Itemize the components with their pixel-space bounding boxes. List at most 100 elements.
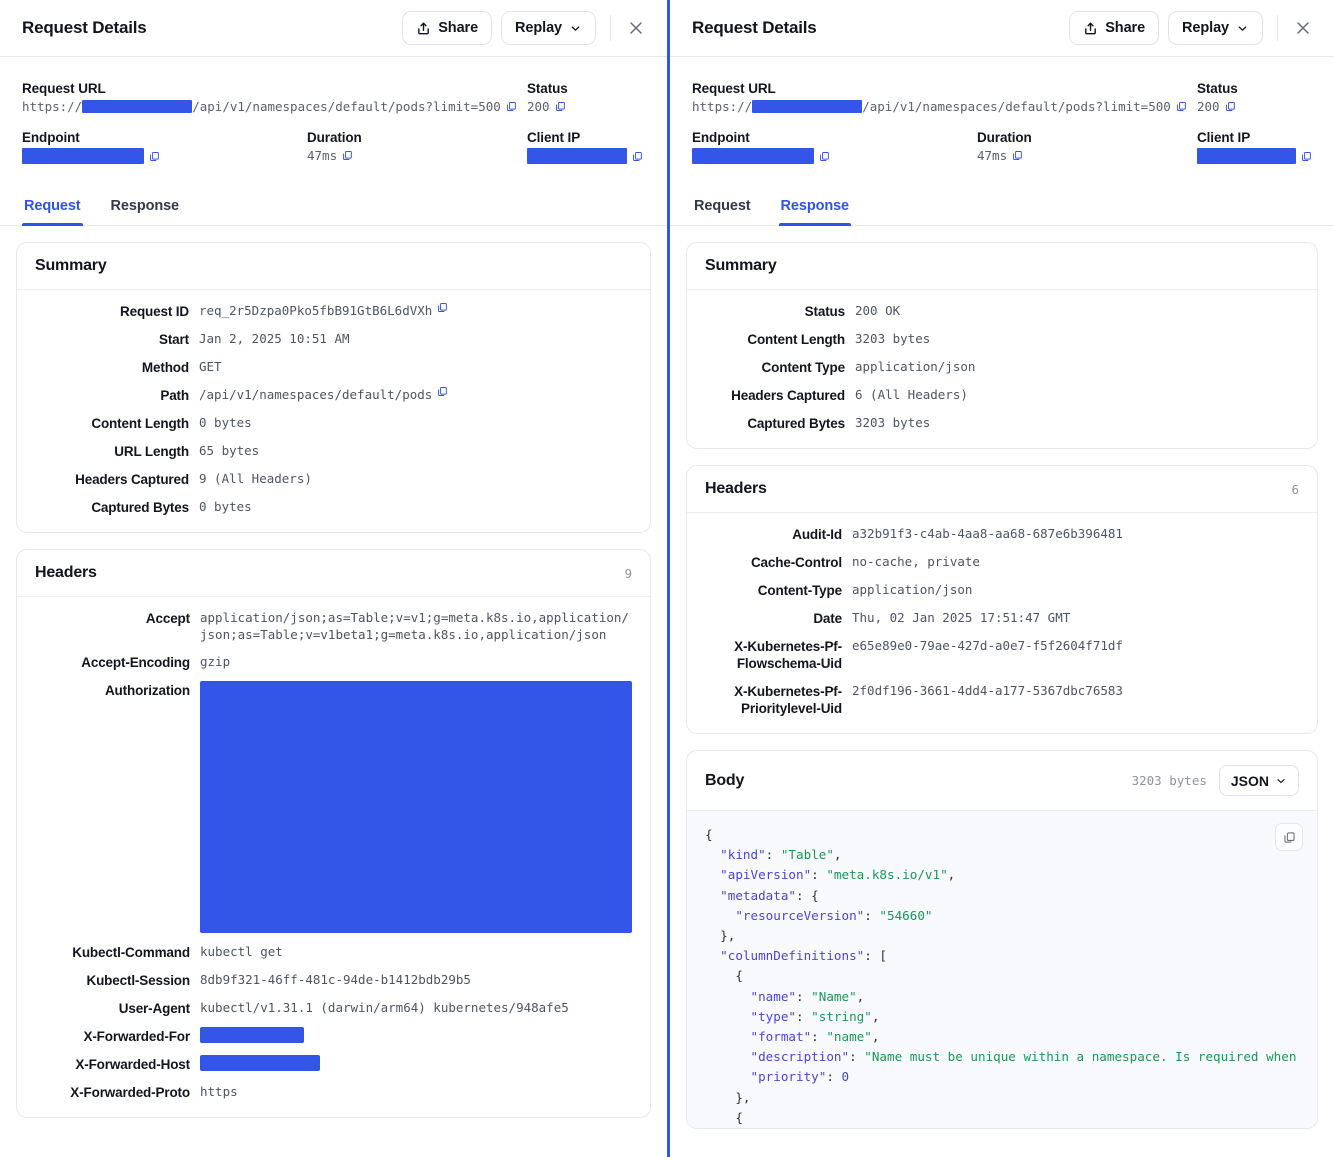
- replay-button[interactable]: Replay: [501, 11, 596, 45]
- json-token: ,: [872, 1009, 880, 1024]
- kv-value: a32b91f3-c4ab-4aa8-aa68-687e6b396481: [852, 525, 1299, 542]
- json-token: },: [705, 1090, 751, 1105]
- kv-value: 0 bytes: [199, 498, 632, 515]
- kv-value: application/json: [852, 581, 1299, 598]
- request-url-value: https:// /api/v1/namespaces/default/pods…: [22, 99, 527, 114]
- json-token: "name": [751, 989, 797, 1004]
- kv-key: X-Forwarded-For: [35, 1027, 190, 1045]
- meta-row-endpoint: Endpoint Duration 47ms: [692, 130, 1312, 164]
- endpoint-value: [22, 148, 307, 164]
- chevron-down-icon: [1236, 22, 1249, 35]
- endpoint-value: [692, 148, 977, 164]
- request-url-value: https:// /api/v1/namespaces/default/pods…: [692, 99, 1197, 114]
- meta-row-url: Request URL https:// /api/v1/namespaces/…: [22, 81, 645, 114]
- redacted-value: [200, 1027, 304, 1043]
- copy-icon[interactable]: [342, 150, 353, 161]
- kv-row: Content-Typeapplication/json: [705, 581, 1299, 599]
- meta-row-endpoint: Endpoint Duration 47ms: [22, 130, 645, 164]
- request-url-host-redaction: [752, 100, 862, 113]
- json-token: {: [705, 827, 713, 842]
- duration-value-wrap: 47ms: [977, 148, 1197, 163]
- kv-value-text: 200 OK: [855, 302, 900, 319]
- copy-icon[interactable]: [149, 151, 160, 162]
- kv-row: Cache-Controlno-cache, private: [705, 553, 1299, 571]
- replay-button-label: Replay: [1182, 20, 1229, 36]
- left-titlebar: Request Details Share Replay: [0, 0, 667, 57]
- kv-value-text: 65 bytes: [199, 442, 259, 459]
- json-token: "string": [811, 1009, 872, 1024]
- kv-value-text: e65e89e0-79ae-427d-a0e7-f5f2604f71df: [852, 637, 1123, 654]
- json-token: :: [766, 847, 781, 862]
- left-header-rows: Acceptapplication/json;as=Table;v=v1;g=m…: [17, 597, 650, 1117]
- status-field: Status 200: [527, 81, 645, 114]
- kv-key: Method: [35, 358, 189, 376]
- request-url-prefix: https://: [22, 99, 82, 114]
- response-body-heading: Body: [705, 772, 744, 790]
- json-token: "columnDefinitions": [720, 948, 864, 963]
- share-button[interactable]: Share: [1069, 11, 1159, 45]
- json-token: "format": [751, 1029, 812, 1044]
- kv-value-text: 3203 bytes: [855, 330, 930, 347]
- share-button[interactable]: Share: [402, 11, 492, 45]
- copy-icon[interactable]: [437, 302, 448, 313]
- kv-value-text: 0 bytes: [199, 498, 252, 515]
- copy-body-button[interactable]: [1275, 823, 1303, 851]
- copy-icon[interactable]: [506, 101, 517, 112]
- copy-icon[interactable]: [437, 386, 448, 397]
- kv-value-text: no-cache, private: [852, 553, 980, 570]
- copy-icon[interactable]: [632, 151, 643, 162]
- body-format-select[interactable]: JSON: [1219, 765, 1299, 796]
- json-token: },: [705, 928, 735, 943]
- json-token: : {: [796, 888, 819, 903]
- copy-icon[interactable]: [1012, 150, 1023, 161]
- close-button[interactable]: [623, 15, 649, 41]
- endpoint-label: Endpoint: [692, 130, 977, 145]
- kv-value-text: a32b91f3-c4ab-4aa8-aa68-687e6b396481: [852, 525, 1123, 542]
- status-label: Status: [1197, 81, 1312, 96]
- left-meta-summary: Request URL https:// /api/v1/namespaces/…: [0, 57, 667, 184]
- right-headers-header-right: 6: [1291, 482, 1299, 497]
- kv-value-text: kubectl get: [200, 943, 283, 960]
- copy-icon[interactable]: [1176, 101, 1187, 112]
- kv-value: [200, 1027, 632, 1043]
- json-token: [705, 1009, 751, 1024]
- json-token: "description": [751, 1049, 850, 1064]
- json-token: 0: [842, 1069, 850, 1084]
- json-token: "name": [826, 1029, 872, 1044]
- kv-key: URL Length: [35, 442, 189, 460]
- kv-value: application/json;as=Table;v=v1;g=meta.k8…: [200, 609, 632, 643]
- kv-row: Headers Captured6 (All Headers): [705, 386, 1299, 404]
- json-token: :: [811, 867, 826, 882]
- kv-key: Accept-Encoding: [35, 653, 190, 671]
- tab-request[interactable]: Request: [22, 194, 83, 225]
- copy-icon[interactable]: [1225, 101, 1236, 112]
- tab-request[interactable]: Request: [692, 194, 753, 225]
- kv-key: Captured Bytes: [35, 498, 189, 516]
- json-token: [705, 1069, 751, 1084]
- client-ip-redaction: [527, 148, 627, 164]
- client-ip-field: Client IP: [1197, 130, 1312, 164]
- tab-response[interactable]: Response: [109, 194, 182, 225]
- close-button[interactable]: [1290, 15, 1316, 41]
- right-headers-header: Headers 6: [687, 466, 1317, 513]
- tab-response[interactable]: Response: [779, 194, 852, 225]
- duration-value-wrap: 47ms: [307, 148, 527, 163]
- kv-row: X-Kubernetes-Pf-Flowschema-Uide65e89e0-7…: [705, 637, 1299, 672]
- request-url-label: Request URL: [22, 81, 527, 96]
- kv-row: X-Forwarded-Protohttps: [35, 1083, 632, 1101]
- request-url-suffix: /api/v1/namespaces/default/pods?limit=50…: [192, 99, 501, 114]
- kv-value-text: application/json: [855, 358, 975, 375]
- copy-icon[interactable]: [819, 151, 830, 162]
- page-title: Request Details: [22, 18, 147, 38]
- json-token: [705, 948, 720, 963]
- response-body-size: 3203 bytes: [1132, 773, 1207, 788]
- replay-button[interactable]: Replay: [1168, 11, 1263, 45]
- json-token: ,: [834, 847, 842, 862]
- copy-icon[interactable]: [1301, 151, 1312, 162]
- json-token: "Table": [781, 847, 834, 862]
- kv-row: Captured Bytes3203 bytes: [705, 414, 1299, 432]
- kv-value: e65e89e0-79ae-427d-a0e7-f5f2604f71df: [852, 637, 1299, 654]
- json-token: [705, 867, 720, 882]
- copy-icon[interactable]: [555, 101, 566, 112]
- kv-value: 3203 bytes: [855, 414, 1299, 431]
